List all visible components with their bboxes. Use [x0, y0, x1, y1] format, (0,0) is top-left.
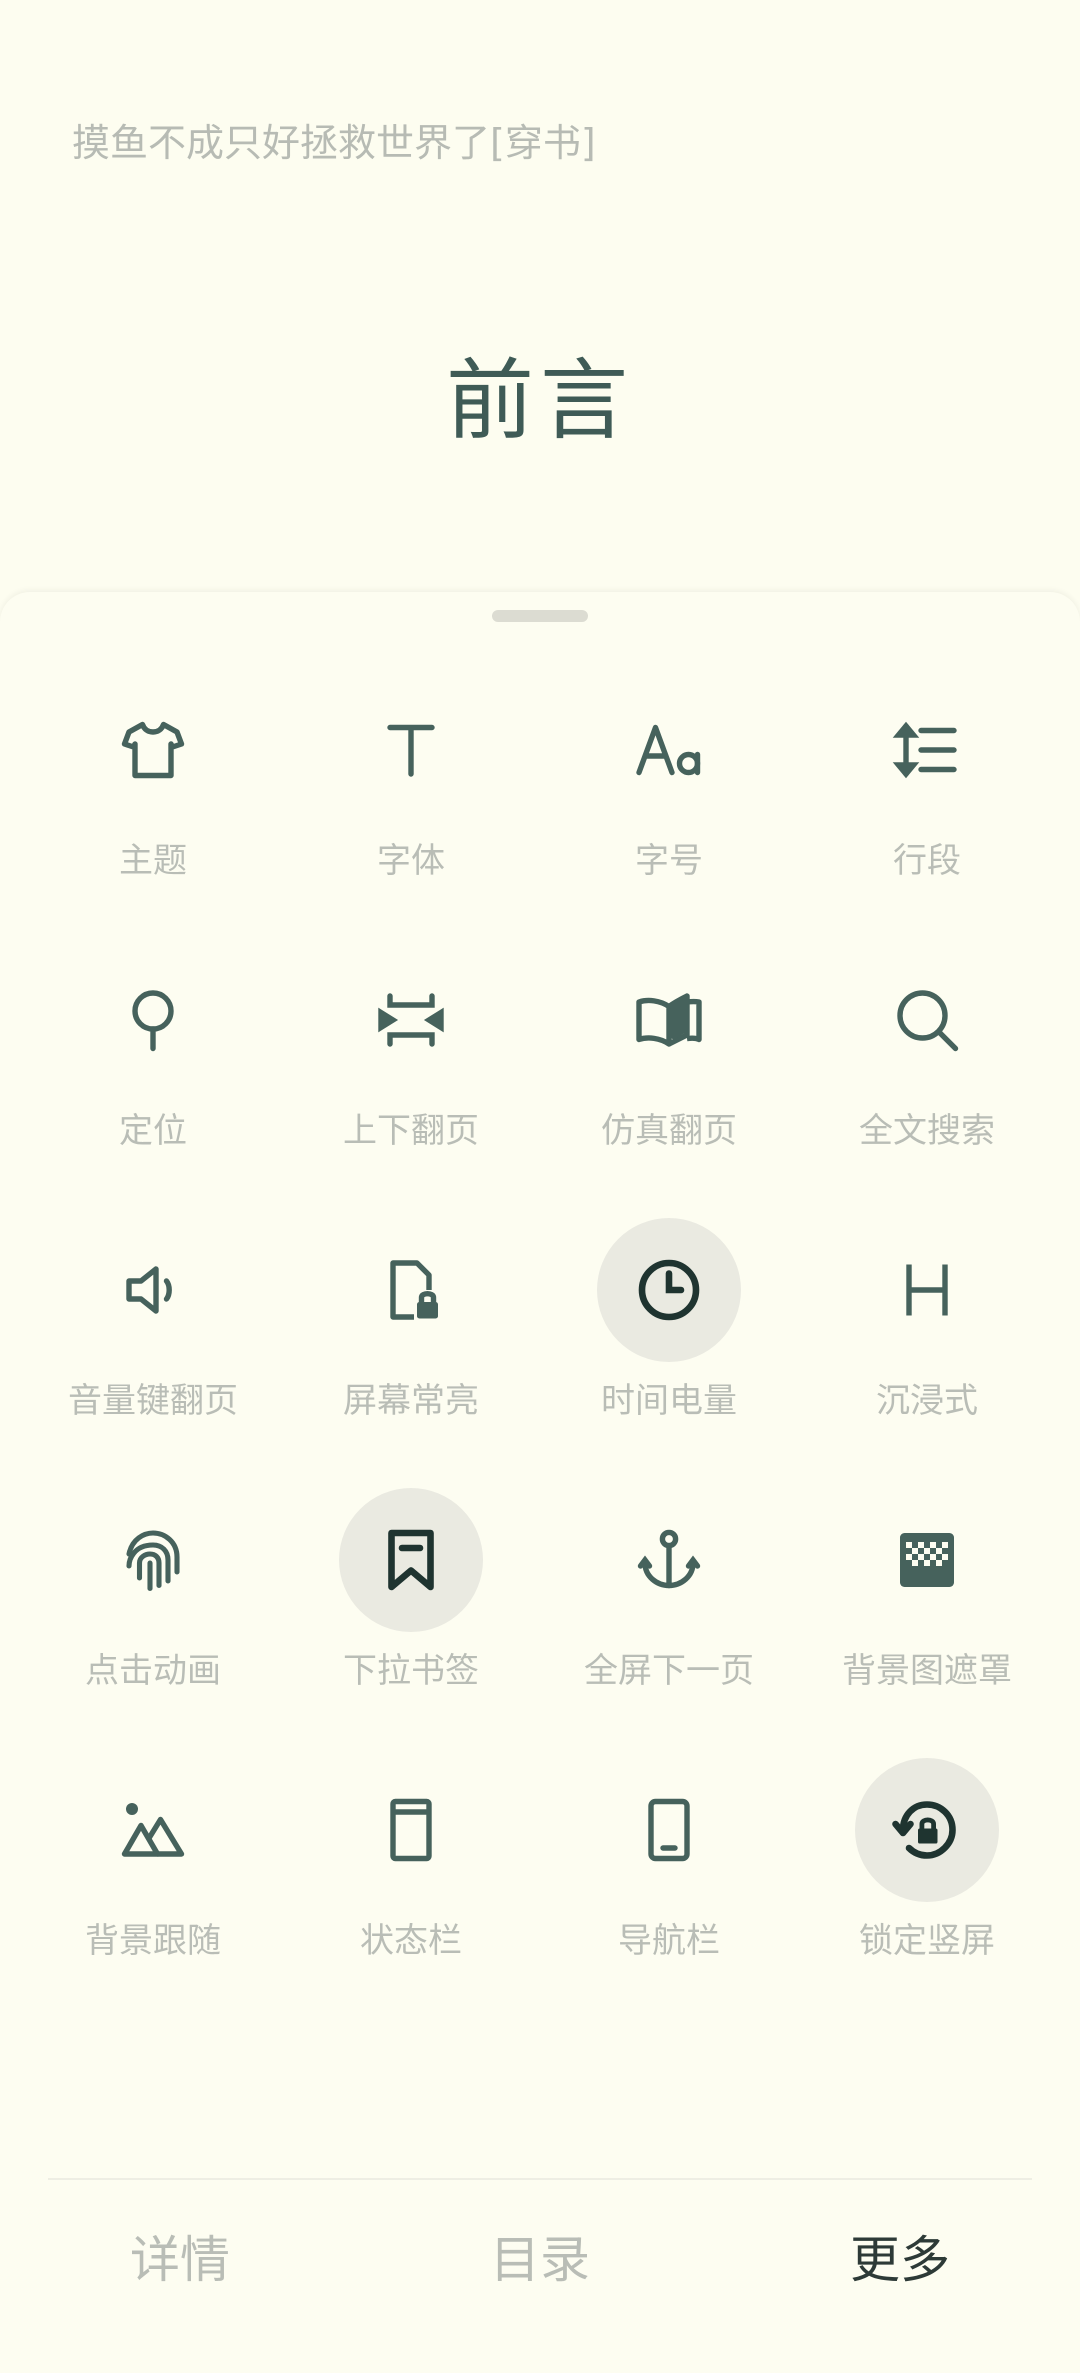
reader-page: 摸鱼不成只好拯救世界了[穿书] 前言 主题 字体 字号 行段 定位 上下翻页 仿…: [0, 0, 1080, 2373]
setting-label: 背景跟随: [85, 1921, 221, 1961]
setting-keep-screen-on[interactable]: 屏幕常亮: [282, 1218, 540, 1458]
tab-catalog[interactable]: 目录: [440, 2220, 640, 2292]
bookmark-icon: [339, 1488, 483, 1632]
setting-lock-portrait[interactable]: 锁定竖屏: [798, 1758, 1056, 1998]
setting-label: 背景图遮罩: [842, 1651, 1012, 1691]
drag-handle[interactable]: [492, 610, 588, 622]
setting-label: 屏幕常亮: [343, 1381, 479, 1421]
tshirt-icon: [81, 678, 225, 822]
setting-label: 下拉书签: [343, 1651, 479, 1691]
setting-navigation-bar[interactable]: 导航栏: [540, 1758, 798, 1998]
checkerboard-icon: [855, 1488, 999, 1632]
setting-label: 导航栏: [618, 1921, 720, 1961]
font-t-icon: [339, 678, 483, 822]
settings-panel: 主题 字体 字号 行段 定位 上下翻页 仿真翻页 全文搜索 音量键翻页 屏幕常亮…: [0, 592, 1080, 2373]
navigation-bar-icon: [597, 1758, 741, 1902]
setting-label: 定位: [119, 1111, 187, 1151]
setting-theme[interactable]: 主题: [24, 678, 282, 918]
fingerprint-icon: [81, 1488, 225, 1632]
setting-background-follow[interactable]: 背景跟随: [24, 1758, 282, 1998]
setting-simulated-flip[interactable]: 仿真翻页: [540, 948, 798, 1188]
screen-lock-icon: [339, 1218, 483, 1362]
rotation-lock-icon: [855, 1758, 999, 1902]
book-page-curl-icon: [597, 948, 741, 1092]
setting-time-battery[interactable]: 时间电量: [540, 1218, 798, 1458]
setting-label: 时间电量: [601, 1381, 737, 1421]
setting-tap-animation[interactable]: 点击动画: [24, 1488, 282, 1728]
setting-label: 全屏下一页: [584, 1651, 754, 1691]
setting-label: 点击动画: [85, 1651, 221, 1691]
chapter-title: 前言: [445, 349, 634, 452]
setting-status-bar[interactable]: 状态栏: [282, 1758, 540, 1998]
setting-label: 状态栏: [360, 1921, 462, 1961]
setting-label: 音量键翻页: [68, 1381, 238, 1421]
pin-icon: [81, 948, 225, 1092]
setting-label: 字号: [635, 841, 703, 881]
bottom-tab-bar: 详情 目录 更多: [0, 2180, 1080, 2330]
h-icon: [855, 1218, 999, 1362]
tab-more[interactable]: 更多: [800, 2220, 1000, 2292]
anchor-icon: [597, 1488, 741, 1632]
setting-font[interactable]: 字体: [282, 678, 540, 918]
setting-label: 上下翻页: [343, 1111, 479, 1151]
setting-pull-bookmark[interactable]: 下拉书签: [282, 1488, 540, 1728]
setting-label: 仿真翻页: [601, 1111, 737, 1151]
setting-vertical-flip[interactable]: 上下翻页: [282, 948, 540, 1188]
setting-locate[interactable]: 定位: [24, 948, 282, 1188]
setting-label: 字体: [377, 841, 445, 881]
setting-immersive[interactable]: 沉浸式: [798, 1218, 1056, 1458]
setting-label: 锁定竖屏: [859, 1921, 995, 1961]
setting-background-mask[interactable]: 背景图遮罩: [798, 1488, 1056, 1728]
setting-label: 全文搜索: [859, 1111, 995, 1151]
setting-font-size[interactable]: 字号: [540, 678, 798, 918]
book-title: 摸鱼不成只好拯救世界了[穿书]: [72, 121, 596, 165]
setting-label: 主题: [119, 841, 187, 881]
tab-details[interactable]: 详情: [80, 2220, 280, 2292]
clock-icon: [597, 1218, 741, 1362]
line-spacing-icon: [855, 678, 999, 822]
vertical-scroll-icon: [339, 948, 483, 1092]
search-icon: [855, 948, 999, 1092]
setting-label: 行段: [893, 841, 961, 881]
landscape-icon: [81, 1758, 225, 1902]
font-size-icon: [597, 678, 741, 822]
setting-line-spacing[interactable]: 行段: [798, 678, 1056, 918]
volume-icon: [81, 1218, 225, 1362]
setting-volume-key-flip[interactable]: 音量键翻页: [24, 1218, 282, 1458]
status-bar-icon: [339, 1758, 483, 1902]
setting-full-text-search[interactable]: 全文搜索: [798, 948, 1056, 1188]
setting-label: 沉浸式: [876, 1381, 978, 1421]
setting-fullscreen-next-page[interactable]: 全屏下一页: [540, 1488, 798, 1728]
